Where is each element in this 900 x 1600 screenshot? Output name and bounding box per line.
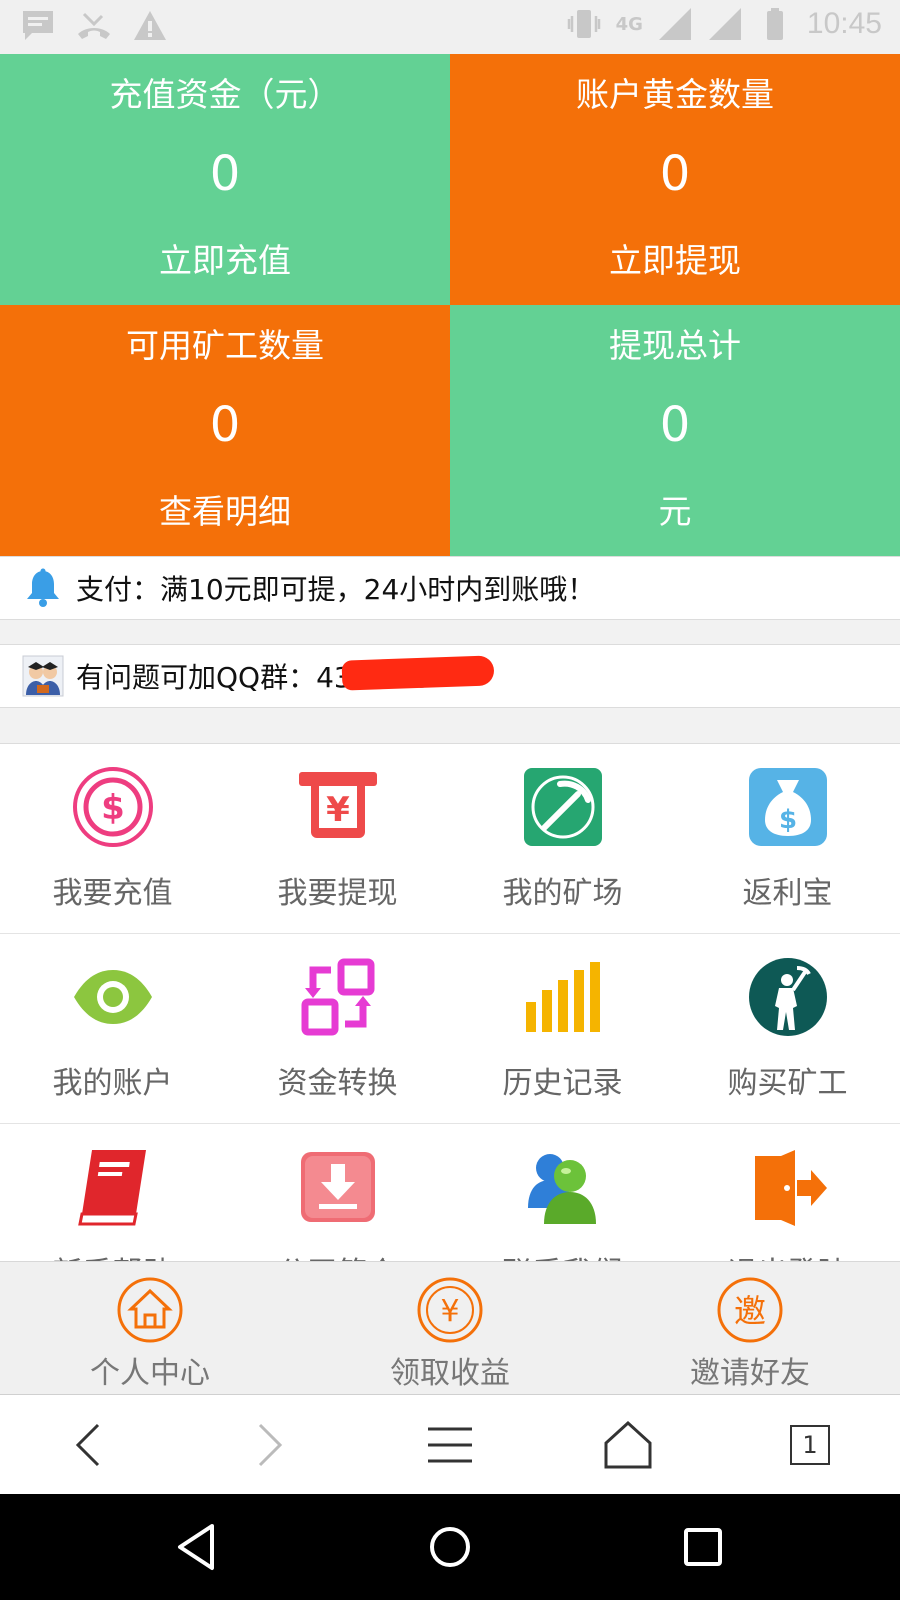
exchange-icon [301,958,375,1036]
stats-grid: 充值资金（元） 0 立即充值 账户黄金数量 0 立即提现 可用矿工数量 0 查看… [0,54,900,556]
home-icon[interactable] [600,1417,656,1473]
my-mine-button[interactable]: 我的矿场 [450,744,675,934]
tile-recharge-funds[interactable]: 充值资金（元） 0 立即充值 [0,54,450,305]
function-label: 我的矿场 [502,876,623,911]
warning-icon [134,11,166,40]
tile-gold-amount[interactable]: 账户黄金数量 0 立即提现 [450,54,900,305]
missed-call-icon [78,12,110,39]
fund-exchange-button[interactable]: 资金转换 [225,934,450,1124]
tile-value: 0 [209,146,241,202]
forward-icon[interactable] [240,1417,296,1473]
eye-icon [74,970,152,1024]
recharge-now-link[interactable]: 立即充值 [0,234,450,282]
tile-withdraw-total: 提现总计 0 元 [450,305,900,556]
atm-yuan-icon: ¥ [299,772,377,838]
tab-invite-friends[interactable]: 邀 邀请好友 [600,1262,900,1395]
notice-text: 支付：满10元即可提，24小时内到账哦！ [76,573,596,606]
message-icon [23,11,53,40]
dollar-circle-icon: $ [73,767,153,847]
bar-chart-icon [526,962,600,1032]
signal-icon [658,8,691,40]
tile-value: 0 [209,397,241,453]
invite-icon: 邀 [717,1277,783,1343]
menu-icon[interactable] [422,1417,478,1473]
home-icon [117,1277,183,1343]
bell-icon [27,568,59,607]
function-label: 我要充值 [52,876,173,911]
company-intro-button[interactable]: 公司简介 [225,1124,450,1261]
tab-label: 领取收益 [390,1356,510,1391]
tile-title: 提现总计 [609,326,741,365]
tile-value: 0 [659,397,691,453]
payment-notice: 支付：满10元即可提，24小时内到账哦！ [0,556,900,620]
nav-back-icon[interactable] [170,1520,224,1574]
function-label: 公司简介 [225,1248,450,1261]
tile-value: 0 [659,146,691,202]
function-label: 返利宝 [742,876,833,911]
function-label: 新手帮助 [0,1248,225,1261]
book-icon [78,1150,146,1226]
svg-text:¥: ¥ [326,790,350,830]
function-label: 购买矿工 [727,1066,848,1101]
money-bag-icon: $ [749,768,827,846]
buy-miner-button[interactable]: 购买矿工 [675,934,900,1124]
network-type: 4G [615,13,643,35]
invite-glyph: 邀 [734,1292,766,1330]
battery-icon [766,8,783,40]
tile-unit: 元 [658,492,692,531]
my-account-button[interactable]: 我的账户 [0,934,225,1124]
tile-title: 账户黄金数量 [576,75,774,114]
logout-button[interactable]: 退出登陆 [675,1124,900,1261]
browser-toolbar: 1 [0,1394,900,1494]
miner-icon [749,958,827,1036]
function-label: 我要提现 [277,876,398,911]
view-details-link[interactable]: 查看明细 [0,485,450,533]
back-icon[interactable] [62,1417,118,1473]
nav-home-icon[interactable] [423,1520,477,1574]
nav-recents-icon[interactable] [676,1520,730,1574]
yuan-icon: ¥ [417,1277,483,1343]
svg-text:$: $ [101,788,125,828]
tile-title: 可用矿工数量 [126,326,324,365]
tab-personal-center[interactable]: 个人中心 [0,1262,300,1395]
vibrate-icon [567,10,600,38]
contact-us-button[interactable]: 联系我们 [450,1124,675,1261]
history-button[interactable]: 历史记录 [450,934,675,1124]
function-label: 退出登陆 [675,1248,900,1261]
group-avatar-icon [22,655,64,697]
status-bar: 4G 10:45 [0,0,900,54]
logout-icon [755,1150,827,1226]
clock: 10:45 [806,7,882,40]
function-label: 联系我们 [450,1248,675,1261]
function-label: 我的账户 [52,1066,173,1101]
download-icon [301,1152,375,1222]
withdraw-now-link[interactable]: 立即提现 [450,234,900,282]
function-label: 历史记录 [502,1066,623,1101]
tile-title: 充值资金（元） [109,75,341,114]
tab-count-button[interactable]: 1 [790,1425,830,1465]
svg-text:$: $ [779,805,797,835]
tile-miners[interactable]: 可用矿工数量 0 查看明细 [0,305,450,556]
signal-icon [708,8,741,40]
contacts-icon [528,1154,596,1224]
yuan-glyph: ¥ [440,1294,459,1329]
tab-label: 邀请好友 [690,1356,810,1391]
tab-claim-earnings[interactable]: ¥ 领取收益 [300,1262,600,1395]
bottom-tab-bar: 个人中心 ¥ 领取收益 邀 邀请好友 [0,1261,900,1394]
tab-label: 个人中心 [90,1356,210,1391]
function-grid: $ 我要充值 ¥ 我要提现 我的矿场 $ 返利宝 我的账户 资金转换 历史记录 [0,743,900,1261]
system-nav-bar [0,1494,900,1600]
function-label: 资金转换 [277,1066,398,1101]
redaction-mark [341,655,495,691]
rebate-button[interactable]: $ 返利宝 [675,744,900,934]
beginner-help-button[interactable]: 新手帮助 [0,1124,225,1261]
recharge-button[interactable]: $ 我要充值 [0,744,225,934]
withdraw-button[interactable]: ¥ 我要提现 [225,744,450,934]
pickaxe-icon [524,768,602,846]
